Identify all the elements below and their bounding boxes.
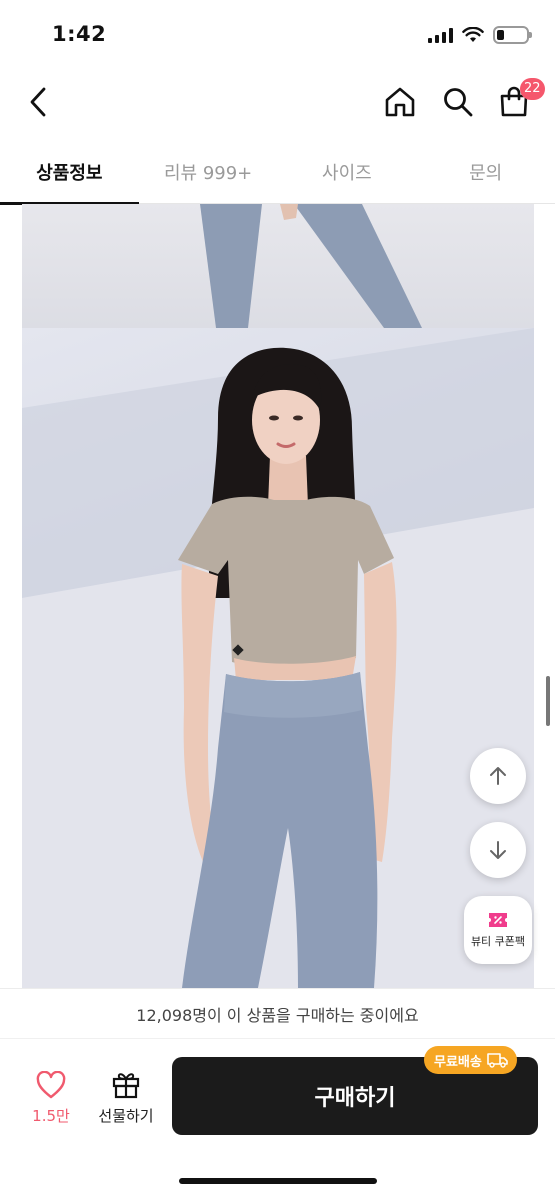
coupon-label: 뷰티 쿠폰팩	[470, 935, 526, 948]
like-count: 1.5만	[32, 1107, 70, 1125]
gift-button[interactable]: 선물하기	[92, 1069, 160, 1129]
home-indicator	[179, 1178, 377, 1184]
tab-reviews[interactable]: 리뷰 999+	[139, 140, 278, 204]
free-shipping-badge: 무료배송	[424, 1046, 517, 1074]
product-tabs: 상품정보 리뷰 999+ 사이즈 문의	[0, 140, 555, 205]
product-detail-images	[22, 204, 534, 988]
truck-icon	[487, 1053, 508, 1068]
gift-icon	[112, 1073, 140, 1099]
coupon-icon	[489, 913, 507, 927]
status-time: 1:42	[52, 22, 107, 46]
status-bar: 1:42	[0, 0, 555, 66]
tab-inquiry[interactable]: 문의	[416, 140, 555, 204]
cellular-signal-icon	[428, 27, 453, 43]
cart-button[interactable]: 22	[494, 78, 545, 124]
scroll-up-button[interactable]	[470, 748, 526, 804]
search-button[interactable]	[438, 80, 478, 124]
tab-size[interactable]: 사이즈	[278, 140, 417, 204]
search-icon	[444, 88, 473, 117]
back-button[interactable]	[18, 80, 58, 124]
heart-icon	[36, 1071, 66, 1099]
gift-label: 선물하기	[98, 1107, 154, 1125]
arrow-down-icon	[490, 841, 506, 859]
purchase-count-note: 12,098명이 이 상품을 구매하는 중이에요	[0, 988, 555, 1038]
like-button[interactable]: 1.5만	[22, 1071, 80, 1129]
cart-count-badge: 22	[520, 78, 545, 100]
scroll-down-button[interactable]	[470, 822, 526, 878]
battery-icon	[493, 26, 532, 44]
scroll-indicator[interactable]	[546, 676, 550, 726]
product-image-model	[22, 328, 534, 988]
status-icons	[428, 24, 532, 46]
tab-product-info[interactable]: 상품정보	[0, 140, 139, 205]
back-icon	[30, 87, 46, 117]
app-header: 22	[0, 66, 555, 140]
product-image-legs	[22, 204, 534, 328]
wifi-icon	[462, 27, 484, 42]
home-button[interactable]	[380, 80, 420, 124]
free-shipping-label: 무료배송	[434, 1054, 482, 1070]
beauty-coupon-button[interactable]: 뷰티 쿠폰팩	[464, 896, 532, 964]
arrow-up-icon	[490, 767, 506, 785]
home-icon	[385, 87, 415, 117]
